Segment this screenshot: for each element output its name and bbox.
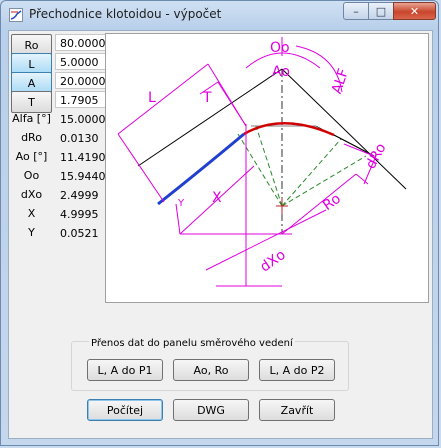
dialog-client: Ro 80.0000 L 5.0000 A 20.0000 T 1.7905 Alfa [°] 1… [8, 30, 433, 439]
diagram-label-l: L [148, 90, 156, 106]
diagram-label-y: Y [177, 198, 185, 209]
param-row: Oo 15.9440 [11, 167, 108, 186]
param-row: Ro 80.0000 [11, 34, 108, 56]
param-value[interactable]: 20.0000 [55, 72, 107, 89]
param-value[interactable]: 1.7905 [55, 91, 107, 108]
param-value[interactable]: 5.0000 [55, 53, 107, 70]
param-value: 11.4190 [55, 148, 107, 165]
param-value: 15.0000 [55, 110, 107, 127]
param-row: dXo 2.4999 [11, 186, 108, 205]
param-value: 2.4999 [55, 186, 107, 203]
radial-line-2 [255, 125, 283, 207]
window-title: Přechodnice klotoidou - výpočet [29, 7, 222, 21]
transfer-ao-ro-button[interactable]: Ao, Ro [173, 359, 249, 381]
param-row: Y 0.0521 [11, 224, 108, 243]
param-label: Ao [°] [15, 150, 48, 163]
param-row: X 4.9995 [11, 205, 108, 224]
diagram-label-t: T [202, 90, 212, 106]
param-value: 0.0521 [55, 224, 107, 241]
dim-l [117, 63, 209, 135]
diagram-label-oo: Oo [270, 40, 290, 56]
param-value: 15.9440 [55, 167, 107, 184]
param-row: Ao [°] 11.4190 [11, 148, 108, 167]
param-label: X [27, 207, 36, 220]
diagram-label-alf: ALF [329, 67, 352, 96]
transfer-l-a-p1-button[interactable]: L, A do P1 [87, 359, 163, 381]
close-button[interactable]: Zavřít [259, 399, 335, 421]
param-value: 0.0130 [55, 129, 107, 146]
diagram-label-ao: Ao [272, 64, 290, 80]
diagram-label-x: X [212, 190, 222, 206]
close-window-button[interactable]: ✕ [393, 2, 436, 20]
param-row: A 20.0000 [11, 72, 108, 94]
param-value: 4.9995 [55, 205, 107, 222]
diagram-label-dxo: dXo [257, 247, 288, 276]
param-row: dRo 0.0130 [11, 129, 108, 148]
param-row: L 5.0000 [11, 53, 108, 75]
clothoid-curve [157, 132, 245, 206]
app-icon [9, 8, 23, 22]
radial-line-1 [237, 133, 283, 207]
transfer-l-a-p2-button[interactable]: L, A do P2 [259, 359, 335, 381]
minimize-button[interactable]: – [343, 2, 369, 20]
param-label: Oo [23, 169, 40, 182]
clothoid-diagram: Oo Ao ALF L T Y X Ro dRo dXo [105, 33, 429, 303]
param-value[interactable]: 80.0000 [55, 34, 107, 51]
compute-button[interactable]: Počítej [87, 399, 163, 421]
diagram-label-dro: dRo [363, 141, 390, 172]
param-label: dXo [20, 188, 43, 201]
param-label: Alfa [°] [12, 112, 51, 125]
diagram-label-ro: Ro [320, 191, 344, 214]
param-row: T 1.7905 [11, 91, 108, 113]
param-row: Alfa [°] 15.0000 [11, 110, 108, 129]
dim-ro [281, 173, 357, 235]
dialog-window: Přechodnice klotoidou - výpočet – □ ✕ Ro… [0, 0, 439, 446]
transfer-group-label: Přenos dat do panelu směrového vedení [89, 338, 295, 349]
maximize-button[interactable]: □ [368, 2, 394, 20]
param-label: dRo [21, 131, 42, 144]
param-label: Y [28, 226, 35, 239]
dwg-button[interactable]: DWG [173, 399, 249, 421]
title-bar[interactable]: Přechodnice klotoidou - výpočet – □ ✕ [1, 1, 438, 29]
tangent-left [137, 68, 283, 167]
